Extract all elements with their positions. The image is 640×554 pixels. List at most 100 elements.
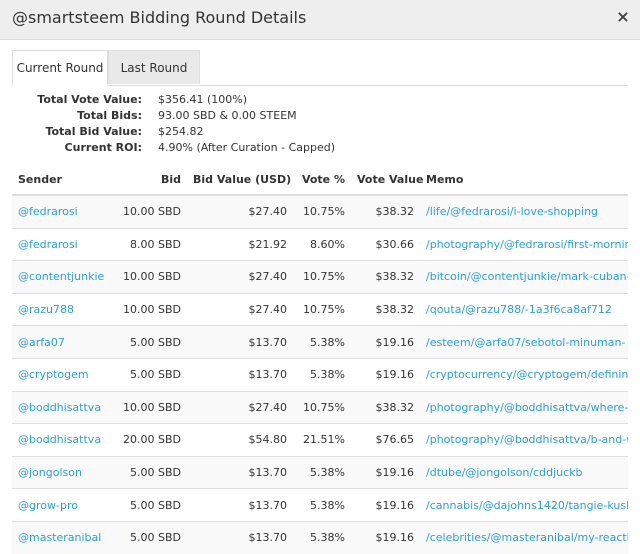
col-header-bid-value: Bid Value (USD)	[187, 164, 293, 196]
vote-value-cell: $19.16	[351, 455, 420, 489]
bid-value-cell: $27.40	[187, 260, 293, 294]
bid-cell: 5.00 SBD	[107, 357, 187, 392]
sender-link[interactable]: @cryptogem	[12, 357, 107, 392]
table-row: @jongolson 5.00 SBD $13.70 5.38% $19.16 …	[12, 455, 628, 489]
memo-link[interactable]: /photography/@boddhisattva/b-and-w-	[420, 423, 628, 457]
vote-pct-cell: 8.60%	[293, 227, 351, 261]
vote-value-cell: $38.32	[351, 260, 420, 294]
bid-cell: 10.00 SBD	[107, 260, 187, 294]
table-row: @cryptogem 5.00 SBD $13.70 5.38% $19.16 …	[12, 357, 628, 392]
bids-table: Sender Bid Bid Value (USD) Vote % Vote V…	[12, 164, 628, 554]
table-row: @fedrarosi 10.00 SBD $27.40 10.75% $38.3…	[12, 194, 628, 229]
vote-pct-cell: 5.38%	[293, 520, 351, 554]
bid-cell: 10.00 SBD	[107, 194, 187, 229]
vote-pct-cell: 5.38%	[293, 488, 351, 522]
table-row: @masteranibal 5.00 SBD $13.70 5.38% $19.…	[12, 520, 628, 554]
bid-cell: 10.00 SBD	[107, 390, 187, 424]
memo-link[interactable]: /celebrities/@masteranibal/my-reaction-	[420, 520, 628, 554]
bid-value-cell: $27.40	[187, 292, 293, 326]
tab-current-round[interactable]: Current Round	[12, 50, 108, 86]
bid-cell: 20.00 SBD	[107, 423, 187, 457]
summary-value: $254.82	[158, 125, 204, 138]
vote-value-cell: $38.32	[351, 390, 420, 424]
sender-link[interactable]: @jongolson	[12, 455, 107, 489]
table-row: @contentjunkie 10.00 SBD $27.40 10.75% $…	[12, 260, 628, 294]
vote-value-cell: $19.16	[351, 520, 420, 554]
memo-link[interactable]: /photography/@fedrarosi/first-morning-	[420, 227, 628, 261]
memo-link[interactable]: /qouta/@razu788/-1a3f6ca8af712	[420, 292, 628, 326]
vote-pct-cell: 10.75%	[293, 390, 351, 424]
bid-value-cell: $13.70	[187, 488, 293, 522]
round-tabs: Current Round Last Round	[12, 50, 628, 86]
bid-cell: 5.00 SBD	[107, 520, 187, 554]
bid-cell: 5.00 SBD	[107, 325, 187, 359]
memo-link[interactable]: /life/@fedrarosi/i-love-shopping	[420, 194, 628, 229]
col-header-bid: Bid	[107, 164, 187, 196]
summary-label: Total Bids:	[77, 109, 142, 122]
bid-value-cell: $21.92	[187, 227, 293, 261]
bid-value-cell: $13.70	[187, 520, 293, 554]
sender-link[interactable]: @grow-pro	[12, 488, 107, 522]
bid-value-cell: $13.70	[187, 357, 293, 392]
memo-link[interactable]: /cannabis/@dajohns1420/tangie-kush	[420, 488, 628, 522]
sender-link[interactable]: @boddhisattva	[12, 423, 107, 457]
vote-pct-cell: 5.38%	[293, 325, 351, 359]
memo-link[interactable]: /photography/@boddhisattva/where-	[420, 390, 628, 424]
bid-value-cell: $13.70	[187, 455, 293, 489]
bid-cell: 10.00 SBD	[107, 292, 187, 326]
bid-value-cell: $27.40	[187, 390, 293, 424]
vote-pct-cell: 10.75%	[293, 194, 351, 229]
vote-value-cell: $38.32	[351, 292, 420, 326]
bid-cell: 5.00 SBD	[107, 488, 187, 522]
vote-pct-cell: 21.51%	[293, 423, 351, 457]
sender-link[interactable]: @boddhisattva	[12, 390, 107, 424]
bid-value-cell: $13.70	[187, 325, 293, 359]
col-header-vote-value: Vote Value	[351, 164, 423, 196]
sender-link[interactable]: @razu788	[12, 292, 107, 326]
summary-label: Total Vote Value:	[37, 93, 142, 106]
summary-label: Current ROI:	[64, 141, 142, 154]
memo-link[interactable]: /bitcoin/@contentjunkie/mark-cuban-	[420, 260, 628, 294]
table-row: @grow-pro 5.00 SBD $13.70 5.38% $19.16 /…	[12, 488, 628, 522]
vote-pct-cell: 10.75%	[293, 292, 351, 326]
sender-link[interactable]: @arfa07	[12, 325, 107, 359]
col-header-vote-pct: Vote %	[293, 164, 351, 196]
summary-label: Total Bid Value:	[45, 125, 142, 138]
summary-value: 93.00 SBD & 0.00 STEEM	[158, 109, 297, 122]
vote-value-cell: $76.65	[351, 423, 420, 457]
table-header-row: Sender Bid Bid Value (USD) Vote % Vote V…	[12, 164, 628, 196]
memo-link[interactable]: /cryptocurrency/@cryptogem/defining-	[420, 357, 628, 392]
sender-link[interactable]: @fedrarosi	[12, 194, 107, 229]
vote-value-cell: $30.66	[351, 227, 420, 261]
col-header-memo: Memo	[420, 164, 628, 196]
modal-header: @smartsteem Bidding Round Details ×	[0, 0, 640, 40]
vote-value-cell: $19.16	[351, 357, 420, 392]
tab-last-round[interactable]: Last Round	[108, 50, 200, 84]
vote-pct-cell: 10.75%	[293, 260, 351, 294]
sender-link[interactable]: @fedrarosi	[12, 227, 107, 261]
bid-value-cell: $27.40	[187, 194, 293, 229]
sender-link[interactable]: @masteranibal	[12, 520, 107, 554]
modal-title: @smartsteem Bidding Round Details	[12, 8, 307, 27]
memo-link[interactable]: /dtube/@jongolson/cddjuckb	[420, 455, 628, 489]
vote-pct-cell: 5.38%	[293, 455, 351, 489]
summary-current-roi: Current ROI: 4.90% (After Curation - Cap…	[0, 141, 640, 159]
bid-cell: 8.00 SBD	[107, 227, 187, 261]
table-row: @boddhisattva 20.00 SBD $54.80 21.51% $7…	[12, 423, 628, 457]
close-icon[interactable]: ×	[615, 8, 631, 26]
summary-value: 4.90% (After Curation - Capped)	[158, 141, 336, 154]
table-row: @fedrarosi 8.00 SBD $21.92 8.60% $30.66 …	[12, 227, 628, 261]
memo-link[interactable]: /esteem/@arfa07/sebotol-minuman-	[420, 325, 628, 359]
bid-value-cell: $54.80	[187, 423, 293, 457]
vote-value-cell: $38.32	[351, 194, 420, 229]
sender-link[interactable]: @contentjunkie	[12, 260, 107, 294]
vote-value-cell: $19.16	[351, 488, 420, 522]
table-row: @arfa07 5.00 SBD $13.70 5.38% $19.16 /es…	[12, 325, 628, 359]
vote-pct-cell: 5.38%	[293, 357, 351, 392]
table-row: @boddhisattva 10.00 SBD $27.40 10.75% $3…	[12, 390, 628, 424]
vote-value-cell: $19.16	[351, 325, 420, 359]
col-header-sender: Sender	[12, 164, 107, 196]
bid-cell: 5.00 SBD	[107, 455, 187, 489]
table-row: @razu788 10.00 SBD $27.40 10.75% $38.32 …	[12, 292, 628, 326]
summary-value: $356.41 (100%)	[158, 93, 248, 106]
